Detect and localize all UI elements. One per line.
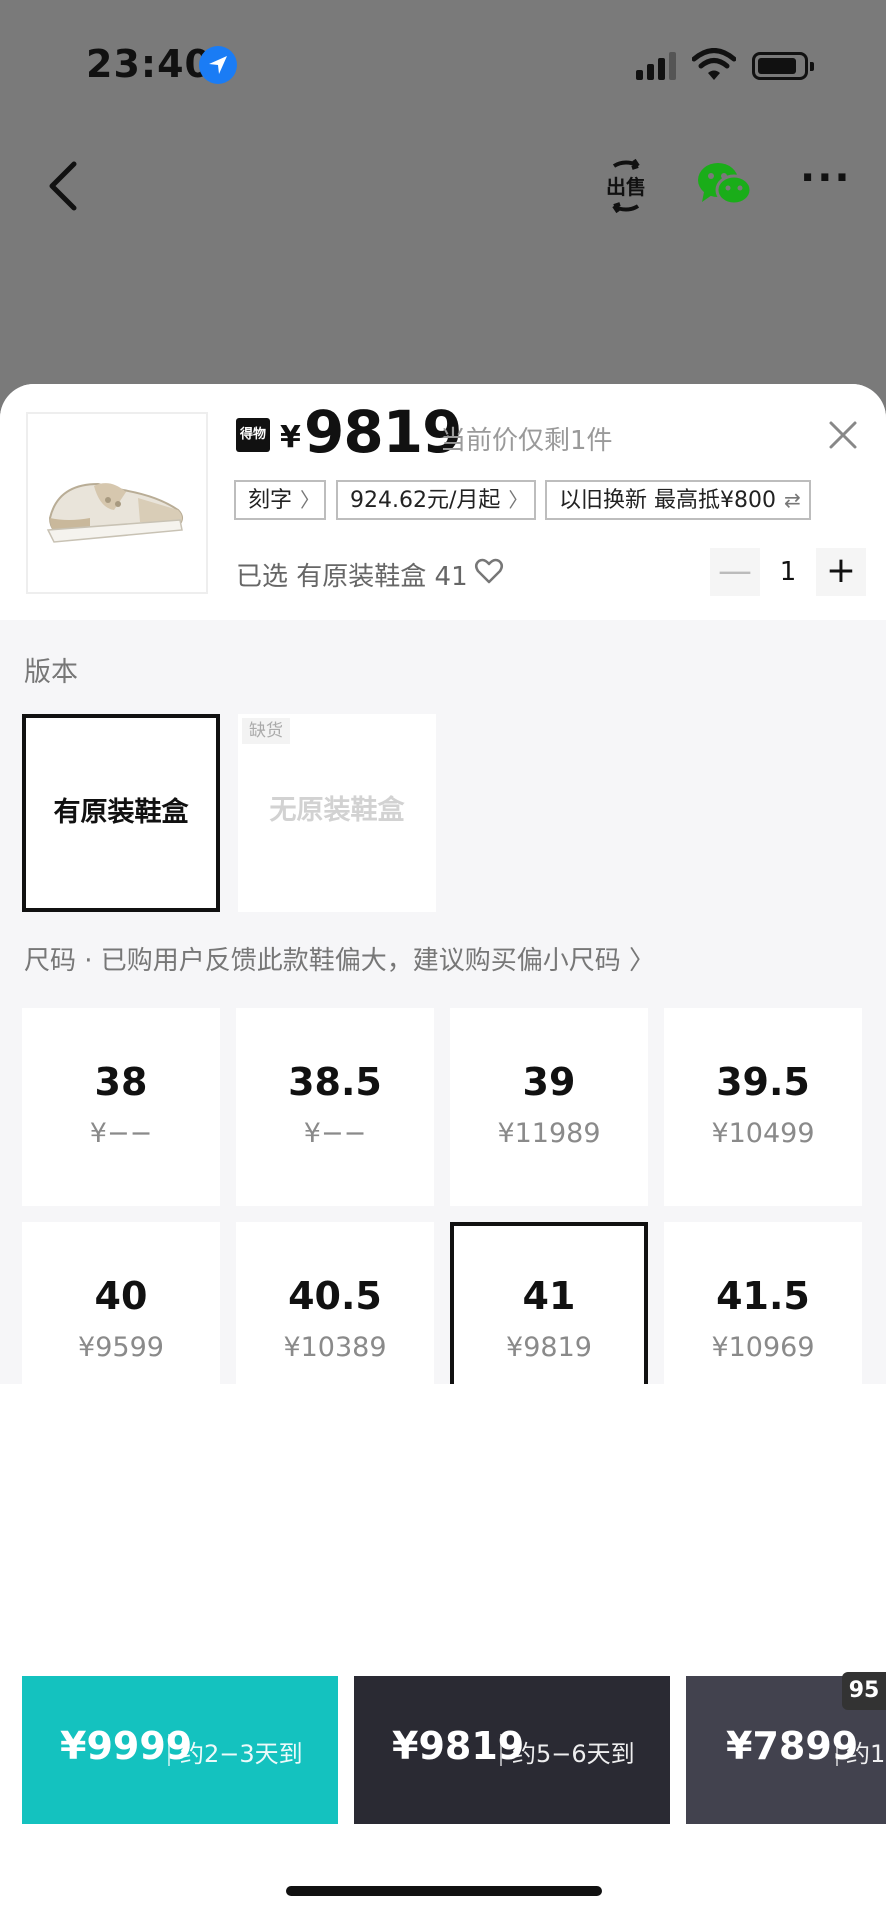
out-of-stock-tag: 缺货	[242, 718, 290, 744]
size-number: 39	[522, 1060, 576, 1104]
quantity-decrease-button[interactable]: —	[710, 548, 760, 596]
wifi-icon	[692, 48, 736, 80]
version-title: 版本	[24, 657, 78, 688]
size-price: ¥9599	[78, 1332, 164, 1363]
wechat-icon[interactable]	[696, 160, 754, 210]
status-bar: 23:40	[0, 0, 886, 130]
quantity-value: 1	[779, 557, 797, 587]
engraving-chip[interactable]: 刻字〉	[234, 480, 326, 520]
chip-label: 以旧换新 最高抵¥800	[559, 488, 776, 513]
condition-badge: 95	[842, 1672, 886, 1710]
chip-label: 刻字	[248, 488, 293, 513]
size-number: 41	[522, 1274, 576, 1318]
size-price: ¥−−	[89, 1118, 153, 1149]
buy-price: ¥9999	[60, 1724, 193, 1768]
back-chevron-icon[interactable]	[40, 158, 90, 214]
size-number: 40.5	[288, 1274, 382, 1318]
close-icon[interactable]	[826, 418, 860, 452]
nav-bar: 出售 ···	[0, 140, 886, 230]
installment-chip[interactable]: 924.62元/月起〉	[336, 480, 536, 520]
size-price: ¥−−	[303, 1118, 367, 1149]
battery-icon	[752, 52, 814, 80]
divider	[500, 1734, 502, 1766]
home-indicator	[286, 1886, 602, 1896]
price-note: 当前价仅剩1件	[440, 426, 613, 456]
current-price: 9819	[304, 398, 462, 466]
chevron-right-icon: 〉	[300, 488, 321, 512]
buy-option-standard[interactable]: ¥9819 约5−6天到	[354, 1676, 670, 1824]
chevron-right-icon: 〉	[508, 488, 529, 512]
divider	[168, 1734, 170, 1766]
size-number: 38	[94, 1060, 148, 1104]
buy-option-fast[interactable]: ¥9999 约2−3天到	[22, 1676, 338, 1824]
size-number: 38.5	[288, 1060, 382, 1104]
divider	[836, 1734, 838, 1766]
size-number: 40	[94, 1274, 148, 1318]
size-price: ¥11989	[497, 1118, 601, 1149]
version-label: 有原装鞋盒	[53, 797, 189, 828]
location-arrow-icon	[199, 46, 237, 84]
buy-delivery: 约1−	[846, 1740, 886, 1768]
size-price: ¥10969	[711, 1332, 815, 1363]
size-option[interactable]: 38.5 ¥−−	[236, 1008, 434, 1206]
size-option[interactable]: 39.5 ¥10499	[664, 1008, 862, 1206]
buy-price: ¥9819	[392, 1724, 525, 1768]
more-icon[interactable]: ···	[800, 158, 850, 198]
version-label: 无原装鞋盒	[269, 795, 405, 826]
buy-delivery: 约2−3天到	[180, 1740, 303, 1768]
version-option-without-box[interactable]: 缺货 无原装鞋盒	[238, 714, 436, 912]
size-option[interactable]: 38 ¥−−	[22, 1008, 220, 1206]
size-number: 41.5	[716, 1274, 810, 1318]
buy-price: ¥7899	[726, 1724, 859, 1768]
bottom-bar	[0, 1384, 886, 1920]
brand-badge: 得物	[236, 418, 270, 452]
svg-text:出售: 出售	[606, 175, 646, 199]
cellular-signal-icon	[636, 52, 676, 80]
size-option[interactable]: 39 ¥11989	[450, 1008, 648, 1206]
size-price: ¥10499	[711, 1118, 815, 1149]
size-price: ¥10389	[283, 1332, 387, 1363]
version-option-with-box[interactable]: 有原装鞋盒	[22, 714, 220, 912]
sell-icon[interactable]: 出售	[600, 156, 652, 216]
quantity-increase-button[interactable]: +	[816, 548, 866, 596]
sheet-header: 得物 ¥ 9819 当前价仅剩1件 刻字〉 924.62元/月起〉 以旧换新 最…	[0, 384, 886, 620]
size-number: 39.5	[716, 1060, 810, 1104]
exchange-icon: ⇄	[783, 488, 801, 512]
buy-delivery: 约5−6天到	[512, 1740, 635, 1768]
trade-in-chip[interactable]: 以旧换新 最高抵¥800 ⇄	[545, 480, 811, 520]
status-time: 23:40	[86, 42, 212, 86]
chip-label: 924.62元/月起	[350, 488, 501, 513]
price-currency: ¥	[280, 420, 301, 455]
size-price: ¥9819	[506, 1332, 592, 1363]
selected-summary: 已选 有原装鞋盒 41	[236, 562, 468, 592]
product-thumbnail	[26, 412, 208, 594]
size-hint[interactable]: 尺码 · 已购用户反馈此款鞋偏大，建议购买偏小尺码 〉	[24, 940, 655, 977]
heart-icon[interactable]	[474, 556, 504, 586]
